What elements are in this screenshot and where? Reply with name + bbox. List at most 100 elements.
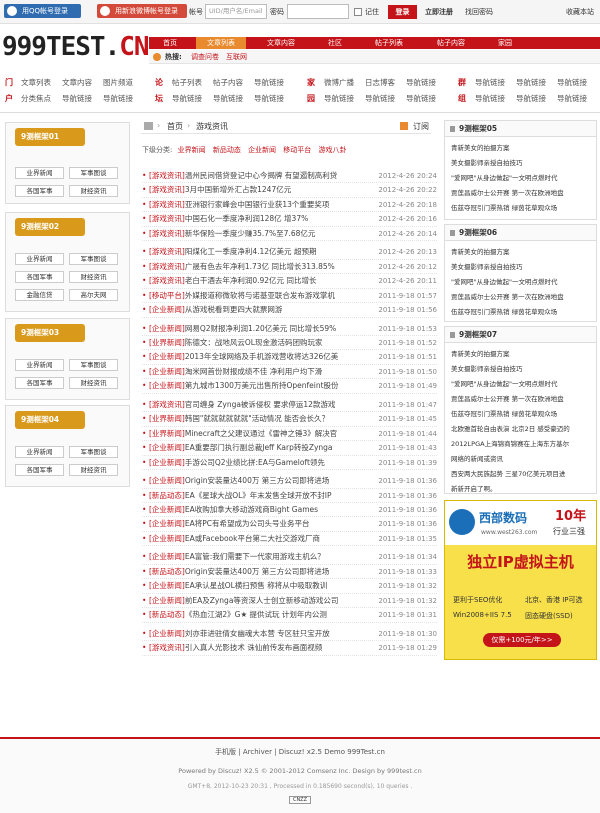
link[interactable]: 导航链接 (254, 77, 284, 88)
news-row[interactable]: • [游戏资讯]亚洲银行家峰会中国银行业获13个重要奖项 2012-4-26 20:… (142, 198, 437, 213)
sidebar-link[interactable]: 财经资讯 (69, 271, 118, 283)
news-category[interactable]: [企业新闻] (149, 324, 185, 333)
right-box-item[interactable]: 伍兹夺冠引门票热销 绿茵花草观众场 (451, 408, 596, 418)
news-title[interactable]: 阳煤化工一季度净利4.12亿美元 超预期 (185, 247, 317, 256)
news-row[interactable]: • [企业新闻]Origin安装量达400万 第三方公司即将进场 2011-9-18… (142, 474, 437, 489)
ad-banner[interactable]: 西部数码 www.west263.com 10年 行业三强 独立IP虚拟主机 更… (444, 500, 597, 660)
news-row[interactable]: • [企业新闻]第九城市1300万美元出售所持Openfeint股份 2011-9-… (142, 379, 437, 394)
link[interactable]: 图片频道 (103, 77, 133, 88)
sidebar-link[interactable]: 业界新闻 (15, 253, 64, 265)
news-title[interactable]: EA或Facebook平台第二大社交游戏厂商 (185, 534, 320, 543)
news-category[interactable]: [新品动态] (149, 567, 185, 576)
right-box-item[interactable]: 2012LPGA上海锦商锦赛在上海东方基尔 (451, 438, 596, 448)
nav-article-list[interactable]: 文章列表 (196, 37, 246, 49)
news-title[interactable]: 从游戏税看到更四大就票网游 (185, 305, 283, 314)
news-title[interactable]: 第九城市1300万美元出售所持Openfeint股份 (185, 381, 339, 390)
link[interactable]: 导航链接 (557, 93, 587, 104)
news-row[interactable]: • [游戏资讯]广晟有色去年净利1.73亿 同比增长313.85% 2012-4-2… (142, 260, 437, 275)
subcategory-link[interactable]: 游戏八卦 (319, 146, 347, 154)
right-box-item[interactable]: 北欧雅首轮自由表演 北京2日 感受豪迈的 (451, 423, 596, 433)
news-row[interactable]: • [业界新闻]陈德文：战地风云OL现金激活码团购玩家 2011-9-18 01:5… (142, 336, 437, 351)
right-box-item[interactable]: 青新美女的拍摄方案 (451, 348, 596, 358)
hot-item[interactable]: 互联网 (226, 50, 247, 64)
news-category[interactable]: [企业新闻] (149, 458, 185, 467)
nav-home[interactable]: 首页 (149, 37, 191, 49)
sidebar-link[interactable]: 各国军事 (15, 377, 64, 389)
right-box-item[interactable]: 美女摄影师亲授自拍技巧 (451, 363, 596, 373)
ad-price-button[interactable]: 仅需+100元/年>> (483, 633, 561, 647)
news-category[interactable]: [企业新闻] (149, 443, 185, 452)
subcategory-link[interactable]: 移动平台 (283, 146, 311, 154)
news-title[interactable]: Origin安装量达400万 第三方公司即将进场 (185, 476, 329, 485)
news-row[interactable]: • [业界新闻]Minecraft之父建议通过《雷神之锤3》解决官 2011-9-1… (142, 427, 437, 442)
news-title[interactable]: 广晟有色去年净利1.73亿 同比增长313.85% (185, 262, 335, 271)
news-title[interactable]: 新华保险一季度少赚35.7%至7.68亿元 (185, 229, 316, 238)
hot-item[interactable]: 调查问卷 (191, 50, 219, 64)
news-category[interactable]: [企业新闻] (149, 367, 185, 376)
news-title[interactable]: 外媒报道称微软将与诺基亚联合发布游戏掌机 (185, 291, 335, 300)
link[interactable]: 导航链接 (406, 77, 436, 88)
link[interactable]: 导航链接 (475, 77, 505, 88)
right-box-item[interactable]: 新新开启了啊。 (451, 483, 596, 493)
sidebar-link[interactable]: 金融信贷 (15, 289, 64, 301)
breadcrumb-current[interactable]: 游戏资讯 (196, 121, 228, 132)
news-title[interactable]: 中国石化一季度净利润128亿 增37% (185, 214, 308, 223)
news-row[interactable]: • [企业新闻]EA将PC有希望成为公司头号业务平台 2011-9-18 01:36 (142, 517, 437, 532)
news-row[interactable]: • [游戏资讯]新华保险一季度少赚35.7%至7.68亿元 2012-4-26 20… (142, 227, 437, 242)
news-row[interactable]: • [企业新闻]EA或Facebook平台第二大社交游戏厂商 2011-9-18 0… (142, 532, 437, 547)
sidebar-link[interactable]: 业界新闻 (15, 446, 64, 458)
news-title[interactable]: EA承认星战OL横扫预售 称将从中吸取教训 (185, 581, 327, 590)
news-category[interactable]: [游戏资讯] (149, 643, 185, 652)
right-box-item[interactable]: 美女摄影师亲授自拍技巧 (451, 157, 596, 167)
nav-post-list[interactable]: 帖子列表 (362, 37, 416, 49)
password-input[interactable] (287, 4, 349, 19)
news-row[interactable]: • [游戏资讯]阳煤化工一季度净利4.12亿美元 超预期 2012-4-26 20:… (142, 245, 437, 260)
news-category[interactable]: [游戏资讯] (149, 214, 185, 223)
remember-checkbox[interactable] (354, 8, 362, 16)
news-row[interactable]: • [企业新闻]手游公司Q2业绩比拼:EA与Gameloft领先 2011-9-18… (142, 456, 437, 471)
sidebar-link[interactable]: 高尔夫网 (69, 289, 118, 301)
site-logo[interactable]: 999TEST.CN (2, 32, 150, 62)
account-input[interactable]: UID/用户名/Email (205, 4, 267, 19)
news-category[interactable]: [移动平台] (149, 291, 185, 300)
news-category[interactable]: [游戏资讯] (149, 276, 185, 285)
nav-home-space[interactable]: 家园 (486, 37, 524, 49)
news-title[interactable]: 前EA及Zynga等资深人士创立新移动游戏公司 (185, 596, 339, 605)
nav-community[interactable]: 社区 (316, 37, 354, 49)
news-category[interactable]: [企业新闻] (149, 552, 185, 561)
link[interactable]: 文章内容 (62, 77, 92, 88)
sidebar-link[interactable]: 业界新闻 (15, 359, 64, 371)
news-row[interactable]: • [企业新闻]EA富管:我们需要下一代家用游戏主机么？ 2011-9-18 01:… (142, 550, 437, 565)
news-category[interactable]: [游戏资讯] (149, 229, 185, 238)
link[interactable]: 导航链接 (516, 93, 546, 104)
sidebar-link[interactable]: 业界新闻 (15, 167, 64, 179)
news-title[interactable]: 2013年全球网络及手机游戏营收将达326亿美 (185, 352, 338, 361)
sidebar-link[interactable]: 各国军事 (15, 464, 64, 476)
news-category[interactable]: [游戏资讯] (149, 200, 185, 209)
link[interactable]: 导航链接 (103, 93, 133, 104)
footer-link[interactable]: 手机版 (215, 748, 236, 756)
right-box-item[interactable]: 网络的新闻或资讯 (451, 453, 596, 463)
link[interactable]: 导航链接 (62, 93, 92, 104)
nav-post-content[interactable]: 帖子内容 (424, 37, 478, 49)
news-category[interactable]: [新品动态] (149, 610, 185, 619)
news-category[interactable]: [业界新闻] (149, 429, 185, 438)
right-box-item[interactable]: "爱网吧"从身边做起"一文明点燃时代 (451, 172, 596, 182)
news-title[interactable]: 陈德文：战地风云OL现金激活码团购玩家 (185, 338, 323, 347)
footer-link[interactable]: Discuz! x2.5 Demo 999Test.cn (279, 748, 385, 756)
news-row[interactable]: • [游戏资讯]温州民间借贷登记中心今揭牌 有望遏制高利贷 2012-4-26 20… (142, 169, 437, 184)
news-title[interactable]: 温州民间借贷登记中心今揭牌 有望遏制高利贷 (185, 171, 337, 180)
right-box-item[interactable]: 西安两大民族起势 三星70亿美元项目进 (451, 468, 596, 478)
right-box-item[interactable]: 贾莲昌威尔士公开赛 第一次在欧洲地盘 (451, 393, 596, 403)
link[interactable]: 导航链接 (557, 77, 587, 88)
news-title[interactable]: EA富管:我们需要下一代家用游戏主机么？ (185, 552, 325, 561)
news-row[interactable]: • [企业新闻]前EA及Zynga等资深人士创立新移动游戏公司 2011-9-18 … (142, 594, 437, 609)
link[interactable]: 导航链接 (516, 77, 546, 88)
news-row[interactable]: • [新品动态]EA《星球大战OL》年末发售全球开放不封IP 2011-9-18 0… (142, 489, 437, 503)
link[interactable]: 导航链接 (324, 93, 354, 104)
link[interactable]: 帖子内容 (213, 77, 243, 88)
right-box-item[interactable]: "爱网吧"从身边做起"一文明点燃时代 (451, 378, 596, 388)
sidebar-link[interactable]: 军事图谈 (69, 253, 118, 265)
news-title[interactable]: 网易Q2财报净利润1.20亿美元 同比增长59% (185, 324, 336, 333)
news-title[interactable]: 老白干酒去年净利润0.92亿元 同比增长 (185, 276, 317, 285)
